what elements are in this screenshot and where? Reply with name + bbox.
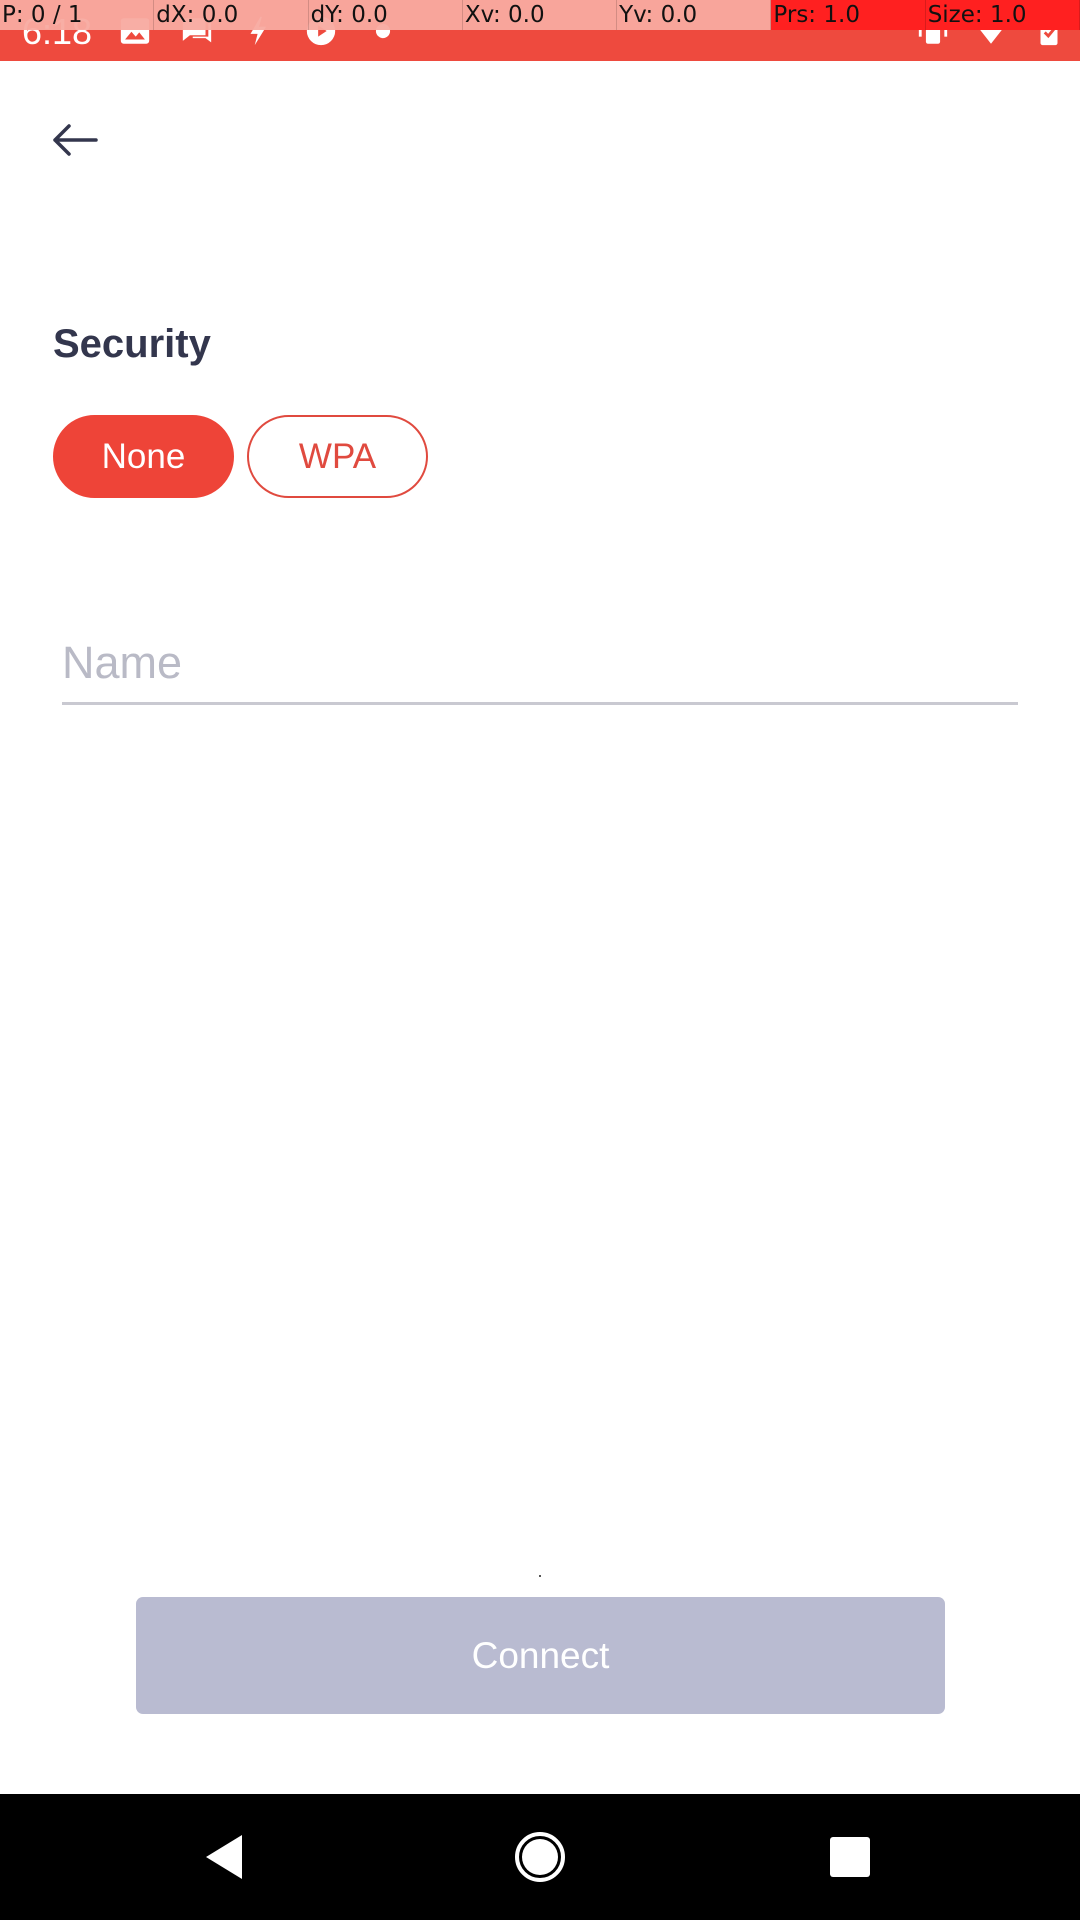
security-heading: Security [53, 322, 211, 366]
circle-home-icon [515, 1832, 565, 1882]
debug-yv: Yv: 0.0 [617, 0, 772, 30]
security-options: None WPA [53, 415, 428, 498]
focus-dot [539, 1575, 541, 1577]
name-input[interactable] [62, 630, 1018, 696]
nav-recents-button[interactable] [817, 1824, 883, 1890]
arrow-left-icon [53, 124, 98, 156]
back-button[interactable] [36, 102, 112, 178]
screen: 6:18 P: 0 / 1 dX: 0.0 dY: 0.0 Xv: 0.0 Yv… [0, 0, 1080, 1920]
debug-xv: Xv: 0.0 [462, 0, 618, 30]
navigation-bar [0, 1794, 1080, 1920]
nav-home-button[interactable] [507, 1824, 573, 1890]
debug-dx: dX: 0.0 [154, 0, 309, 30]
security-option-wpa[interactable]: WPA [247, 415, 428, 498]
debug-pressure: Prs: 1.0 [771, 0, 926, 30]
nav-back-button[interactable] [191, 1824, 257, 1890]
square-recents-icon [830, 1837, 870, 1877]
triangle-back-icon [206, 1835, 242, 1879]
debug-size: Size: 1.0 [925, 0, 1080, 30]
debug-pointer: P: 0 / 1 [0, 0, 155, 30]
name-field [62, 630, 1018, 705]
pointer-location-overlay: P: 0 / 1 dX: 0.0 dY: 0.0 Xv: 0.0 Yv: 0.0… [0, 0, 1080, 30]
connect-button[interactable]: Connect [136, 1597, 945, 1714]
debug-dy: dY: 0.0 [308, 0, 463, 30]
security-option-none[interactable]: None [53, 415, 234, 498]
